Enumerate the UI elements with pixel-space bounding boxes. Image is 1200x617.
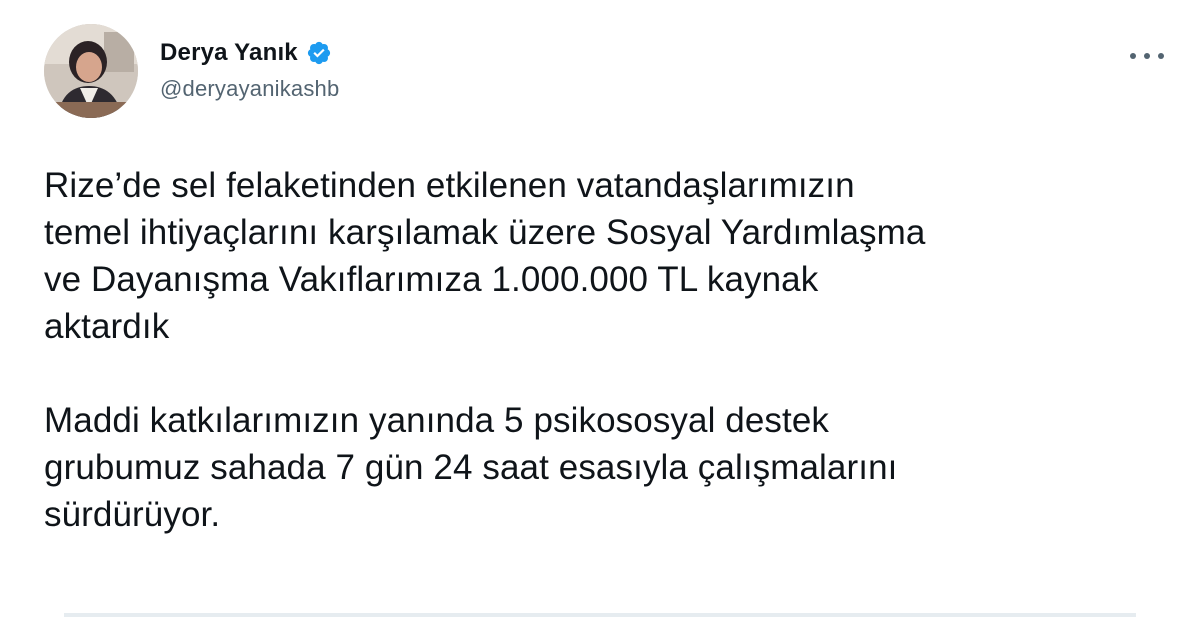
more-dot-1: [1130, 53, 1136, 59]
author-identity: Derya Yanık @deryayanikashb: [160, 38, 339, 102]
author-handle[interactable]: @deryayanikashb: [160, 76, 339, 102]
avatar[interactable]: [44, 24, 138, 118]
author-name[interactable]: Derya Yanık: [160, 39, 298, 67]
more-dot-3: [1158, 53, 1164, 59]
tweet-card: Derya Yanık @deryayanikashb Rize’de sel …: [0, 0, 1200, 617]
tweet-text: Rize’de sel felaketinden etkilenen vatan…: [44, 162, 1164, 538]
avatar-image: [44, 24, 138, 118]
more-dot-2: [1144, 53, 1150, 59]
tweet-divider: [64, 613, 1136, 617]
more-options-icon[interactable]: [1130, 46, 1164, 66]
verified-badge-icon: [306, 40, 332, 66]
tweet-header: Derya Yanık @deryayanikashb: [44, 24, 1164, 120]
author-name-row: Derya Yanık: [160, 38, 339, 68]
tweet-paragraph-2: Maddi katkılarımızın yanında 5 psikososy…: [44, 401, 898, 534]
tweet-paragraph-1: Rize’de sel felaketinden etkilenen vatan…: [44, 166, 926, 346]
